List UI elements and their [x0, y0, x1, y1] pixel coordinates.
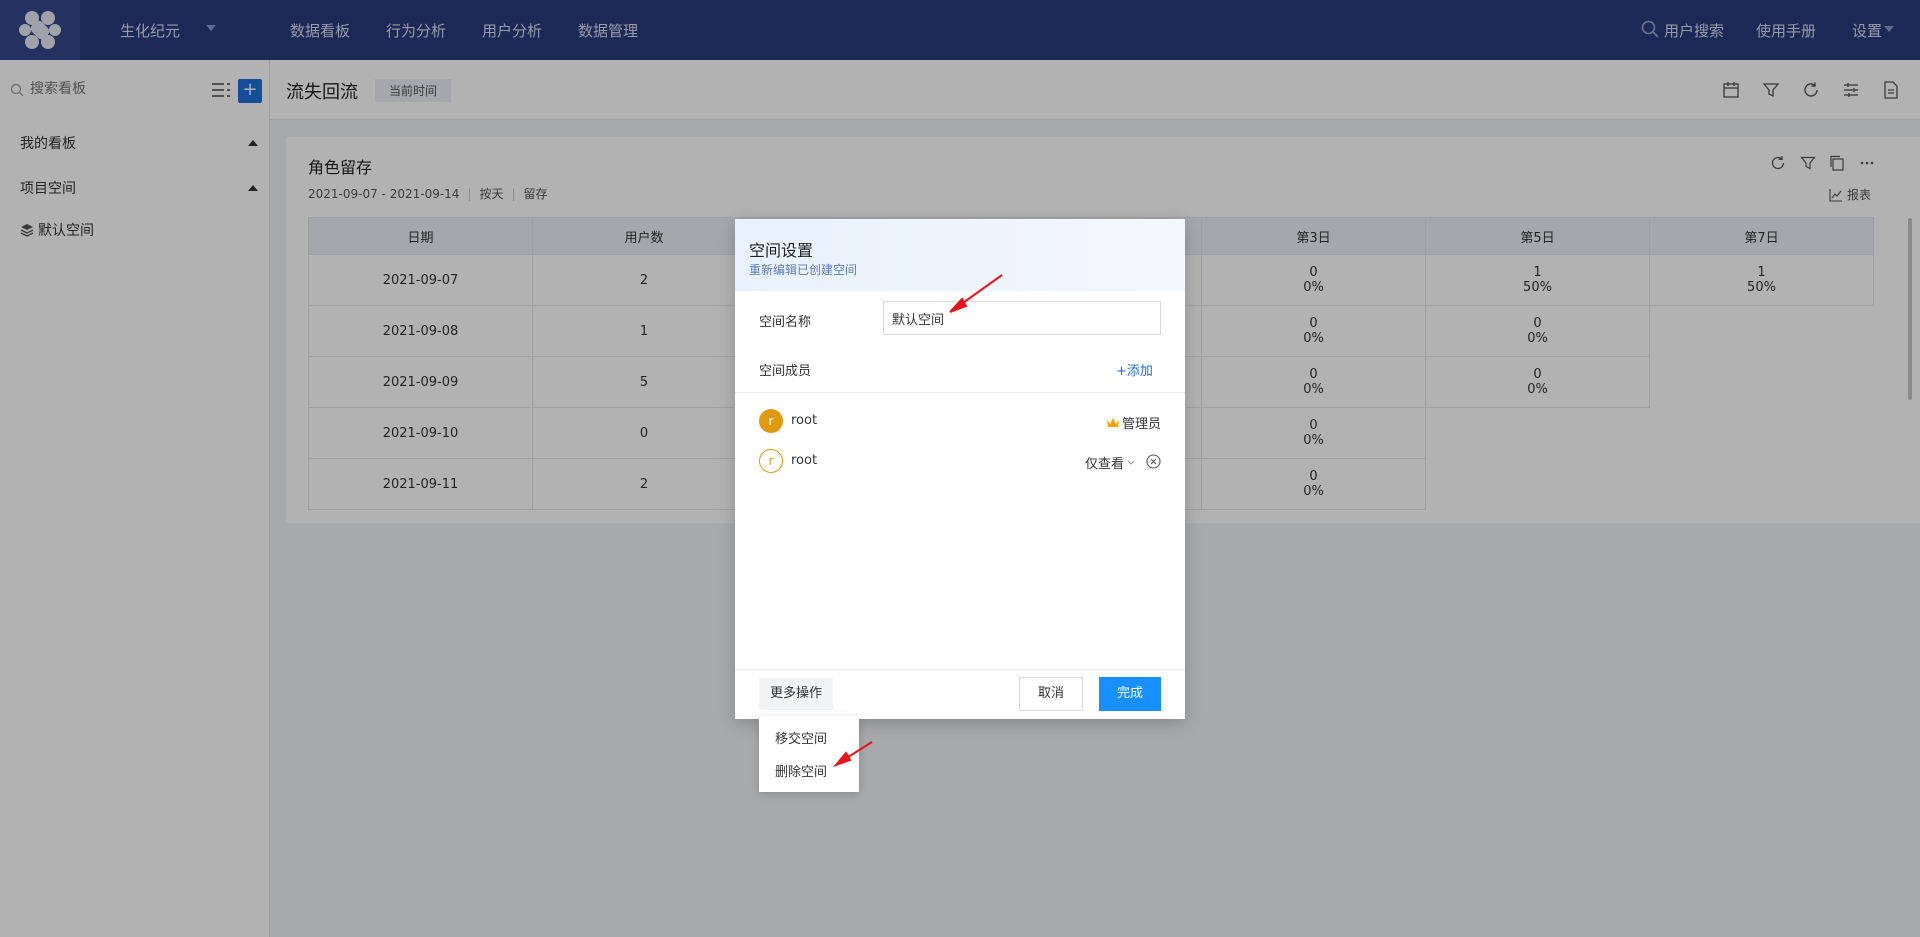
divider [735, 669, 1185, 670]
dialog-header: 空间设置 重新编辑已创建空间 [735, 219, 1185, 291]
member-role-admin: 管理员 [1106, 413, 1161, 432]
members-label: 空间成员 [759, 364, 812, 379]
member-row: r root 仅查看 [759, 449, 1161, 473]
menu-item-delete-space[interactable]: 删除空间 [775, 761, 827, 780]
more-actions-menu: 移交空间 删除空间 [759, 716, 859, 792]
divider [735, 392, 1185, 393]
more-actions-button[interactable]: 更多操作 [759, 678, 834, 710]
crown-icon [1106, 417, 1119, 427]
chevron-down-icon [1127, 460, 1135, 465]
dialog-subtitle: 重新编辑已创建空间 [749, 263, 858, 277]
avatar: r [759, 409, 783, 433]
space-name-input[interactable] [883, 301, 1161, 335]
done-button[interactable]: 完成 [1099, 677, 1161, 711]
avatar: r [759, 449, 783, 473]
add-member-link[interactable]: +添加 [1116, 360, 1153, 379]
remove-member-icon[interactable] [1146, 454, 1161, 469]
dialog-title: 空间设置 [749, 241, 814, 260]
member-role-select[interactable]: 仅查看 [1085, 453, 1135, 472]
menu-item-transfer-space[interactable]: 移交空间 [775, 728, 827, 747]
member-row: r root 管理员 [759, 409, 1161, 433]
cancel-button[interactable]: 取消 [1019, 677, 1083, 711]
space-name-label: 空间名称 [759, 315, 812, 330]
member-name: root [791, 413, 818, 428]
member-name: root [791, 453, 818, 468]
space-settings-dialog: 空间设置 重新编辑已创建空间 空间名称 空间成员 +添加 r root 管理员 … [735, 219, 1185, 719]
